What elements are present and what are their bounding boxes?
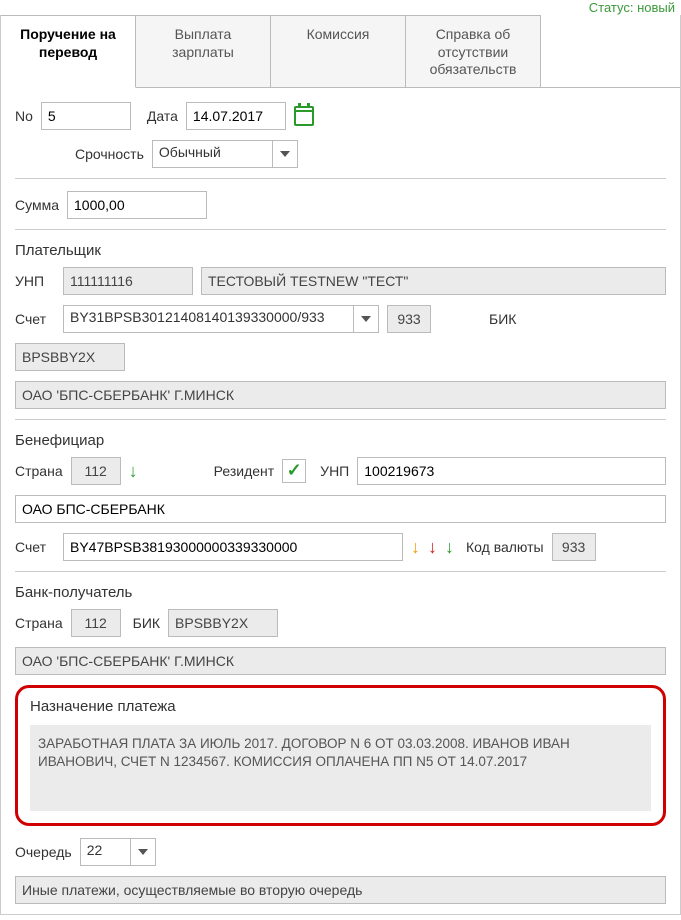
payer-bank-value: ОАО 'БПС-СБЕРБАНК' Г.МИНСК: [15, 381, 666, 409]
queue-other-text: Иные платежи, осуществляемые во вторую о…: [15, 876, 666, 904]
recv-bank-title: Банк-получатель: [15, 584, 666, 601]
payer-name-value: ТЕСТОВЫЙ TESTNEW "ТЕСТ": [201, 267, 666, 295]
recv-country-value: 112: [71, 609, 121, 637]
payer-unp-label: УНП: [15, 273, 55, 289]
doc-date-input[interactable]: [186, 102, 286, 130]
recv-country-label: Страна: [15, 615, 63, 631]
queue-label: Очередь: [15, 844, 72, 860]
sum-label: Сумма: [15, 197, 59, 213]
chevron-down-icon[interactable]: [272, 140, 298, 168]
benef-unp-label: УНП: [320, 463, 349, 479]
payer-bic-value: BPSBBY2X: [15, 343, 125, 371]
tab-no-obligations[interactable]: Справка об отсутствии обязательств: [406, 15, 541, 87]
currency-label: Код валюты: [466, 539, 544, 555]
arrow-down-green-icon[interactable]: ↓: [445, 538, 454, 556]
payer-acct-select[interactable]: BY31BPSB30121408140139330000/933: [63, 305, 379, 333]
urgency-select[interactable]: Обычный: [152, 140, 298, 168]
tab-transfer-order[interactable]: Поручение на перевод: [1, 15, 136, 88]
sum-input[interactable]: [67, 191, 207, 219]
tab-salary-payment[interactable]: Выплата зарплаты: [136, 15, 271, 87]
queue-select[interactable]: 22: [80, 838, 156, 866]
resident-checkbox[interactable]: ✓: [282, 459, 306, 483]
doc-no-label: No: [15, 108, 33, 124]
recv-bank-name: ОАО 'БПС-СБЕРБАНК' Г.МИНСК: [15, 647, 666, 675]
purpose-title: Назначение платежа: [30, 698, 651, 715]
chevron-down-icon[interactable]: [130, 838, 156, 866]
arrow-down-red-icon[interactable]: ↓: [428, 538, 437, 556]
arrow-down-orange-icon[interactable]: ↓: [411, 538, 420, 556]
payer-unp-value: 111111116: [63, 267, 193, 295]
doc-no-input[interactable]: [41, 102, 131, 130]
payer-bic-label: БИК: [489, 311, 516, 327]
status-text: Статус: новый: [0, 0, 681, 15]
payer-title: Плательщик: [15, 242, 666, 259]
currency-value: 933: [552, 533, 596, 561]
benef-country-value: 112: [71, 457, 121, 485]
benef-acct-label: Счет: [15, 539, 55, 555]
calendar-icon[interactable]: [294, 106, 314, 126]
benef-country-label: Страна: [15, 463, 63, 479]
urgency-label: Срочность: [75, 146, 144, 162]
recv-bic-value: BPSBBY2X: [168, 609, 278, 637]
benef-unp-input[interactable]: [357, 457, 666, 485]
benef-name-input[interactable]: [15, 495, 666, 523]
recv-bic-label: БИК: [133, 615, 160, 631]
arrow-down-green-icon[interactable]: ↓: [129, 462, 138, 480]
payer-code-value: 933: [387, 305, 431, 333]
chevron-down-icon[interactable]: [353, 305, 379, 333]
doc-date-label: Дата: [147, 108, 178, 124]
benef-resident-label: Резидент: [214, 463, 275, 479]
payer-acct-label: Счет: [15, 311, 55, 327]
tab-bar: Поручение на перевод Выплата зарплаты Ко…: [1, 15, 680, 88]
benef-title: Бенефициар: [15, 432, 666, 449]
purpose-highlight: Назначение платежа ЗАРАБОТНАЯ ПЛАТА ЗА И…: [15, 685, 666, 826]
benef-acct-input[interactable]: [63, 533, 403, 561]
tab-commission[interactable]: Комиссия: [271, 15, 406, 87]
purpose-text[interactable]: ЗАРАБОТНАЯ ПЛАТА ЗА ИЮЛЬ 2017. ДОГОВОР N…: [30, 725, 651, 811]
